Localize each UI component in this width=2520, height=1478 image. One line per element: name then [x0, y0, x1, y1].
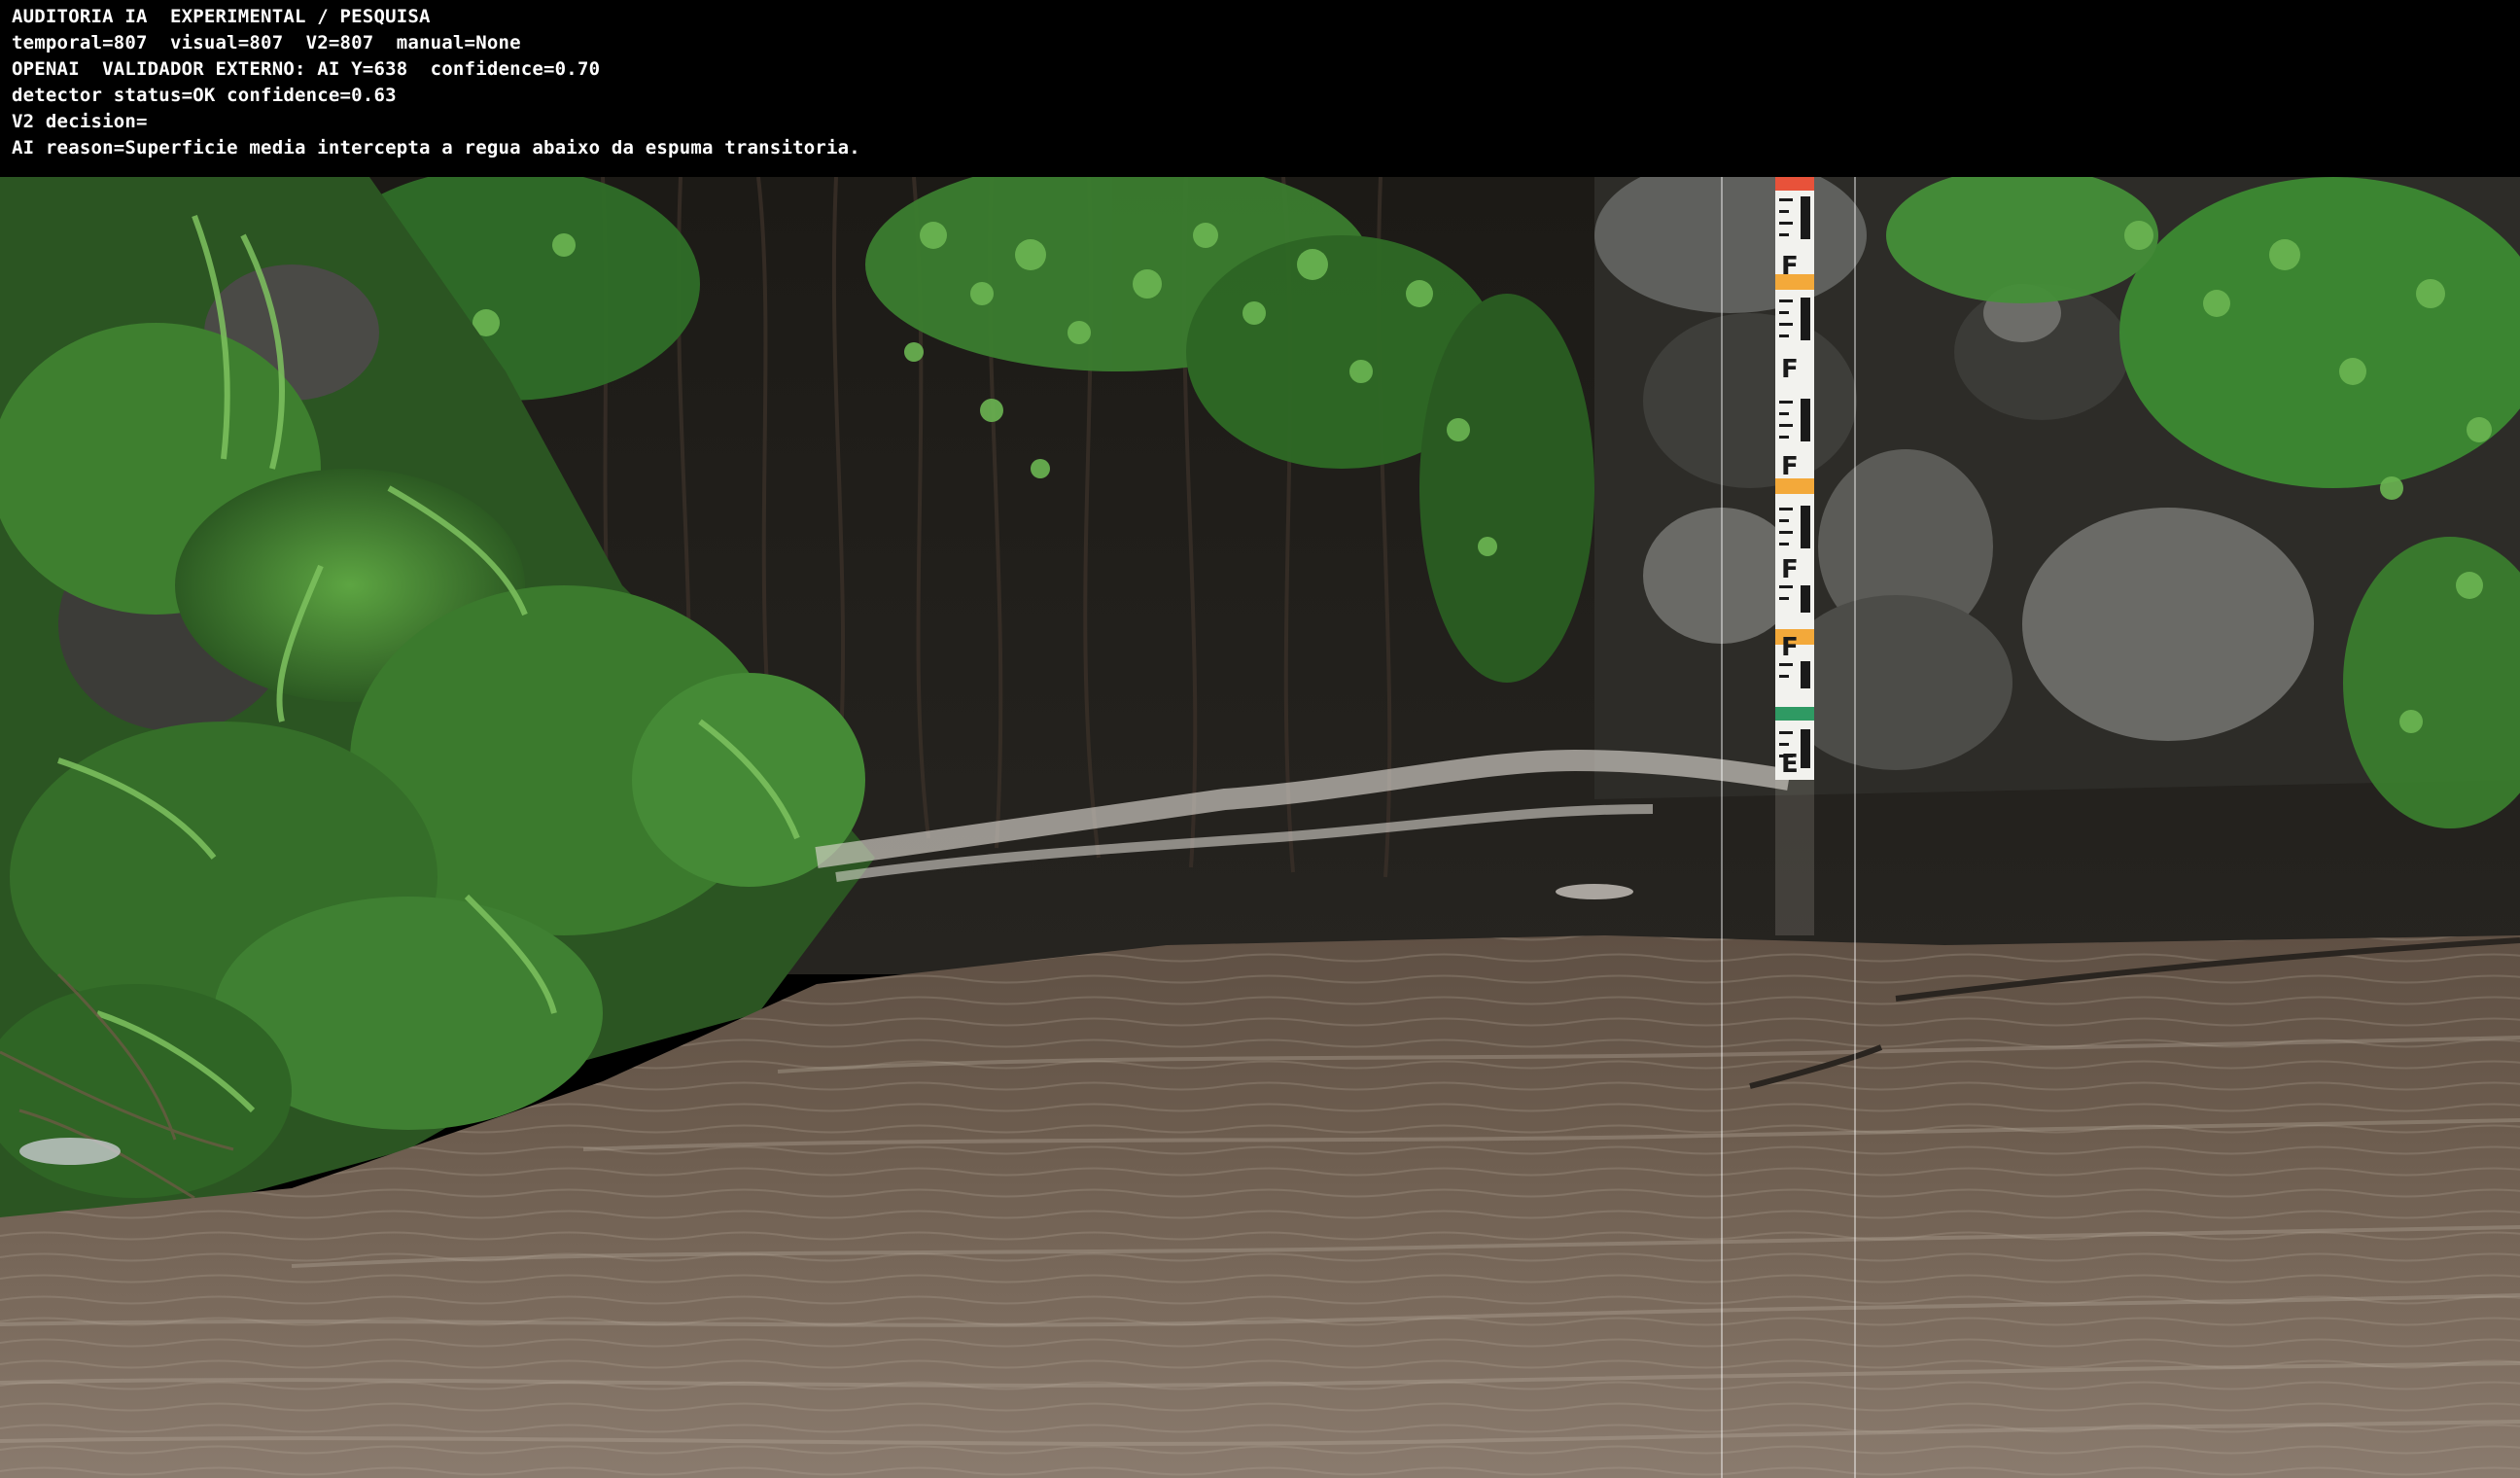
overlay-readings: temporal=807 visual=807 V2=807 manual=No… [12, 32, 521, 53]
river-camera-image: F F F F F E [0, 177, 2520, 1478]
overlay-openai-validator: OPENAI VALIDADOR EXTERNO: AI Y=638 confi… [12, 58, 601, 80]
floating-debris [19, 1138, 121, 1165]
overlay-title: AUDITORIA IA EXPERIMENTAL / PESQUISA [12, 6, 431, 27]
overlay-ai-reason: AI reason=Superficie media intercepta a … [12, 137, 860, 158]
gauge-label-bottom: E [1781, 750, 1799, 779]
gauge-reflection [1775, 780, 1814, 935]
gauge-red-band [1775, 177, 1814, 191]
gauge-label-2: F [1781, 355, 1799, 384]
camera-frame: AUDITORIA IA EXPERIMENTAL / PESQUISA tem… [0, 0, 2520, 1478]
river-scene-svg: F F F F F E [0, 177, 2520, 1478]
gauge-label-4: F [1781, 555, 1799, 584]
staff-gauge: F F F F F E [1775, 177, 1814, 935]
overlay-detector-status: detector status=OK confidence=0.63 [12, 85, 397, 106]
audit-overlay-panel: AUDITORIA IA EXPERIMENTAL / PESQUISA tem… [0, 0, 2520, 177]
gauge-label-1: F [1781, 252, 1799, 281]
gauge-label-3: F [1781, 452, 1799, 481]
gauge-label-5: F [1781, 633, 1799, 662]
overlay-v2-decision: V2 decision= [12, 111, 148, 132]
gauge-green-band [1775, 707, 1814, 721]
